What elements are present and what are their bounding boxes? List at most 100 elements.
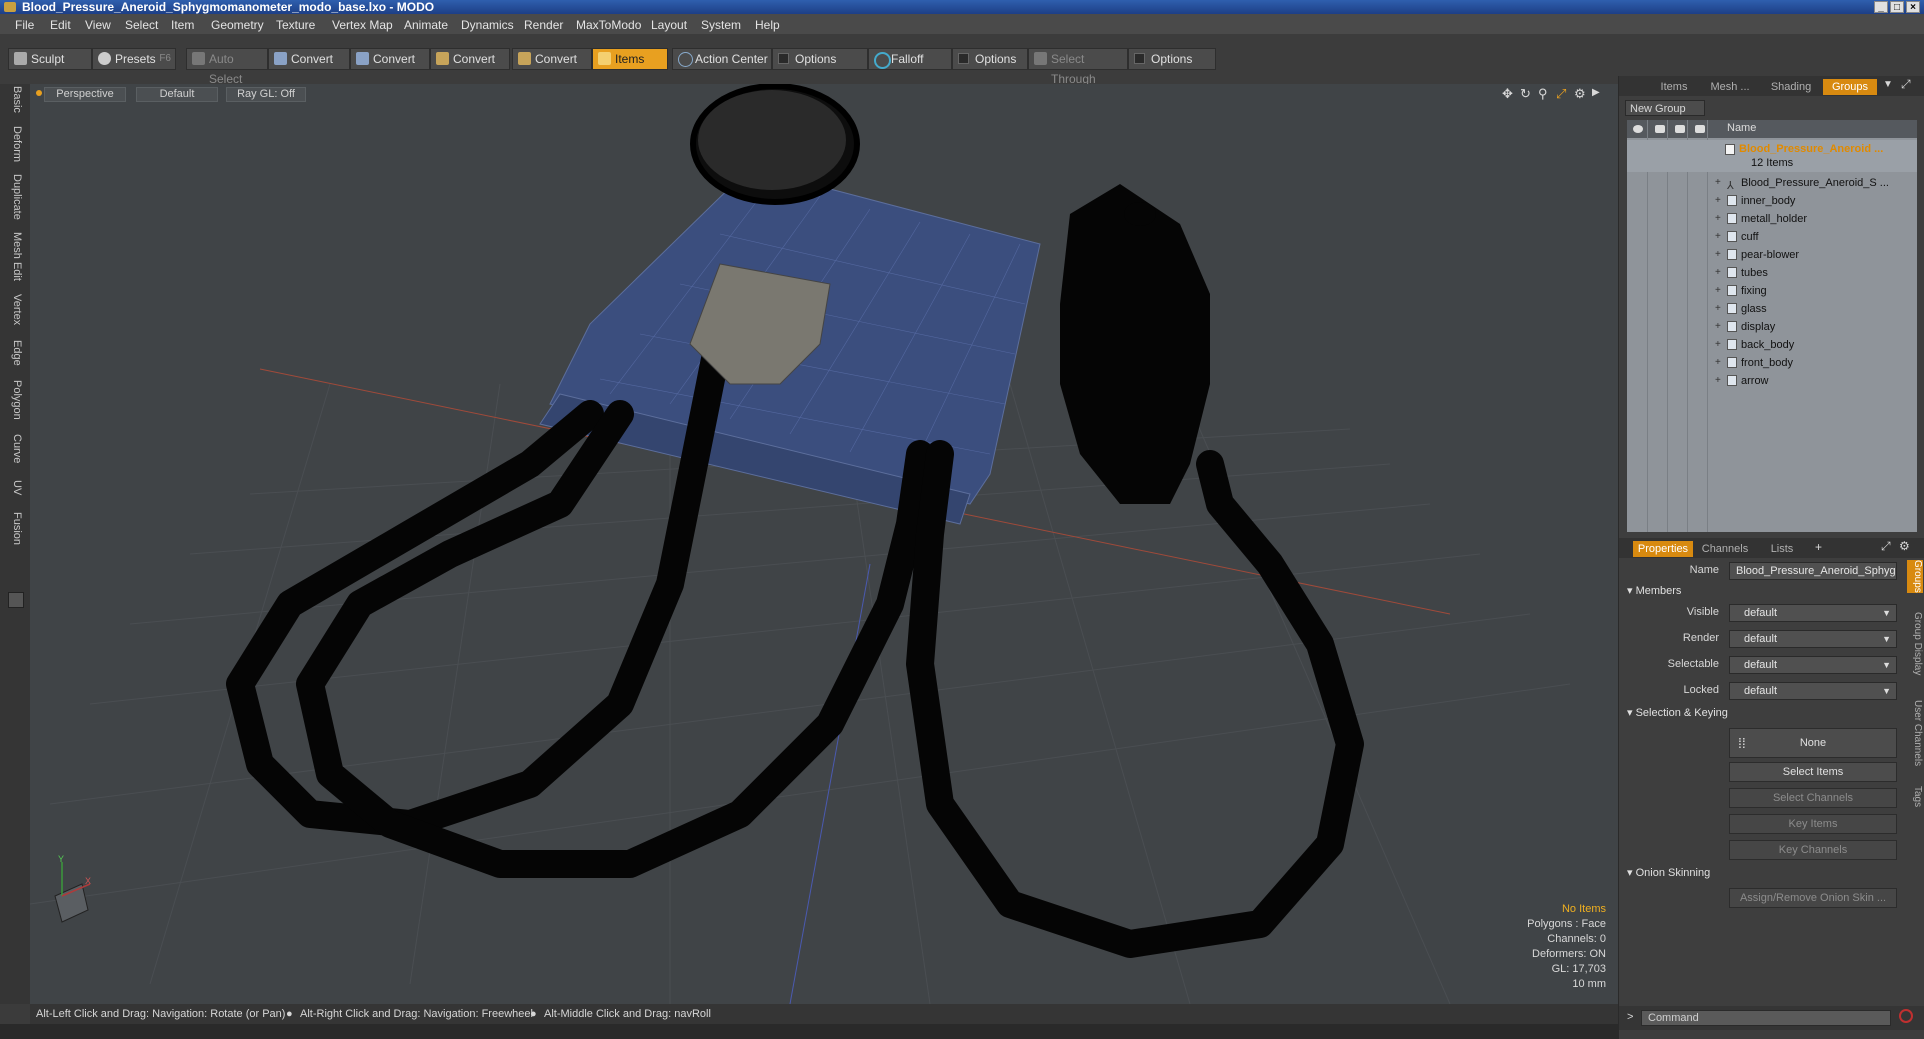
expand-panel-icon[interactable]: ⤢ [1901,77,1911,92]
visible-dropdown[interactable]: default ▼ [1729,604,1897,622]
menu-item[interactable]: Item [171,18,194,32]
record-icon[interactable] [1899,1009,1913,1023]
list-item[interactable]: + metall_holder [1627,210,1917,228]
convert-materials-button[interactable]: Convert [512,48,592,70]
select-items-button[interactable]: Select Items [1729,762,1897,782]
tab-basic[interactable]: Basic [7,86,23,113]
tab-mesh-edit[interactable]: Mesh Edit [7,232,23,281]
shading-selector[interactable]: Default [136,87,218,102]
list-item[interactable]: + fixing [1627,282,1917,300]
select-through-options-button[interactable]: Options [1128,48,1216,70]
menu-render[interactable]: Render [524,18,563,32]
presets-button[interactable]: Presets F6 [92,48,176,70]
tab-duplicate[interactable]: Duplicate [7,174,23,220]
gear-icon[interactable]: ⚙ [1574,86,1586,102]
zoom-view-icon[interactable]: ⚲ [1538,86,1548,102]
selection-keying-section[interactable]: ▾ Selection & Keying [1627,706,1728,719]
expand-arrow-icon[interactable]: ▶ [1592,87,1600,98]
menu-view[interactable]: View [85,18,111,32]
menu-animate[interactable]: Animate [404,18,448,32]
auto-select-button[interactable]: Auto Select [186,48,268,86]
key-channels-button[interactable]: Key Channels [1729,840,1897,860]
list-item[interactable]: + glass [1627,300,1917,318]
eye-icon[interactable] [1633,125,1643,133]
move-view-icon[interactable]: ✥ [1502,86,1513,102]
name-column-header[interactable]: Name [1727,122,1756,134]
menu-system[interactable]: System [701,18,741,32]
tab-groups[interactable]: Groups [1823,79,1877,95]
side-tab-tags[interactable]: Tags [1907,786,1923,807]
tab-polygon[interactable]: Polygon [7,380,23,420]
list-item[interactable]: + inner_body [1627,192,1917,210]
group-row[interactable]: Blood_Pressure_Aneroid ... 12 Items [1627,140,1917,172]
action-center-button[interactable]: Action Center [672,48,772,70]
lock-icon[interactable] [1675,125,1685,133]
onion-skinning-section[interactable]: ▾ Onion Skinning [1627,866,1710,879]
tool-palette-toggle[interactable] [8,592,24,608]
menu-dynamics[interactable]: Dynamics [461,18,514,32]
action-center-options-button[interactable]: Options [772,48,868,70]
view-type-selector[interactable]: Perspective [44,87,126,102]
list-item[interactable]: + back_body [1627,336,1917,354]
menu-texture[interactable]: Texture [276,18,315,32]
list-item[interactable]: + ⅄ Blood_Pressure_Aneroid_S ... [1627,174,1917,192]
side-tab-groups[interactable]: Groups [1907,560,1923,593]
expand-panel-icon[interactable]: ⤢ [1881,539,1891,554]
list-item[interactable]: + tubes [1627,264,1917,282]
tab-uv[interactable]: UV [7,480,23,495]
convert-vertices-button[interactable]: Convert [268,48,350,70]
select-icon[interactable] [1695,125,1705,133]
convert-polygons-button[interactable]: Convert [430,48,510,70]
command-input[interactable]: Command [1641,1010,1891,1026]
tab-shading[interactable]: Shading [1761,79,1821,95]
convert-edges-button[interactable]: Convert [350,48,430,70]
list-item[interactable]: + arrow [1627,372,1917,390]
menu-vertex-map[interactable]: Vertex Map [332,18,393,32]
falloff-options-button[interactable]: Options [952,48,1028,70]
tab-items[interactable]: Items [1649,79,1699,95]
3d-viewport[interactable]: Y X Perspective Default Ray GL: Off ✥ ↻ … [30,84,1618,1004]
menu-help[interactable]: Help [755,18,780,32]
tab-mesh[interactable]: Mesh ... [1701,79,1759,95]
tab-edge[interactable]: Edge [7,340,23,366]
menu-maxtomodo[interactable]: MaxToModo [576,18,641,32]
list-item[interactable]: + pear-blower [1627,246,1917,264]
tab-channels[interactable]: Channels [1695,541,1755,557]
name-field[interactable]: Blood_Pressure_Aneroid_Sphygr [1729,562,1897,580]
selectable-dropdown[interactable]: default ▼ [1729,656,1897,674]
options-checkbox[interactable] [958,53,969,64]
viewport-menu-icon[interactable] [36,90,42,96]
tab-dropdown-icon[interactable]: ▼ [1883,79,1893,90]
new-group-button[interactable]: New Group [1625,100,1705,116]
locked-dropdown[interactable]: default ▼ [1729,682,1897,700]
list-item[interactable]: + display [1627,318,1917,336]
members-section[interactable]: ▾ Members [1627,584,1681,597]
assign-onion-skin-button[interactable]: Assign/Remove Onion Skin ... [1729,888,1897,908]
add-tab-icon[interactable]: + [1815,540,1822,554]
maximize-button[interactable]: □ [1890,1,1904,13]
tab-fusion[interactable]: Fusion [7,512,23,545]
render-dropdown[interactable]: default ▼ [1729,630,1897,648]
render-icon[interactable] [1655,125,1665,133]
sculpt-button[interactable]: Sculpt [8,48,92,70]
groups-outliner[interactable]: Name Blood_Pressure_Aneroid ... 12 Items… [1627,120,1917,532]
menu-edit[interactable]: Edit [50,18,71,32]
items-mode-button[interactable]: Items [592,48,668,70]
side-tab-group-display[interactable]: Group Display [1907,612,1923,675]
tab-curve[interactable]: Curve [7,434,23,463]
select-channels-button[interactable]: Select Channels [1729,788,1897,808]
none-selector[interactable]: ⁞⁞ None [1729,728,1897,758]
close-button[interactable]: × [1906,1,1920,13]
rotate-view-icon[interactable]: ↻ [1520,86,1531,102]
list-item[interactable]: + front_body [1627,354,1917,372]
options-checkbox[interactable] [1134,53,1145,64]
key-items-button[interactable]: Key Items [1729,814,1897,834]
menu-file[interactable]: File [15,18,34,32]
minimize-button[interactable]: _ [1874,1,1888,13]
list-item[interactable]: + cuff [1627,228,1917,246]
fit-view-icon[interactable]: ⤢ [1556,86,1566,102]
menu-select[interactable]: Select [125,18,158,32]
menu-layout[interactable]: Layout [651,18,687,32]
side-tab-user-channels[interactable]: User Channels [1907,700,1923,766]
options-checkbox[interactable] [778,53,789,64]
